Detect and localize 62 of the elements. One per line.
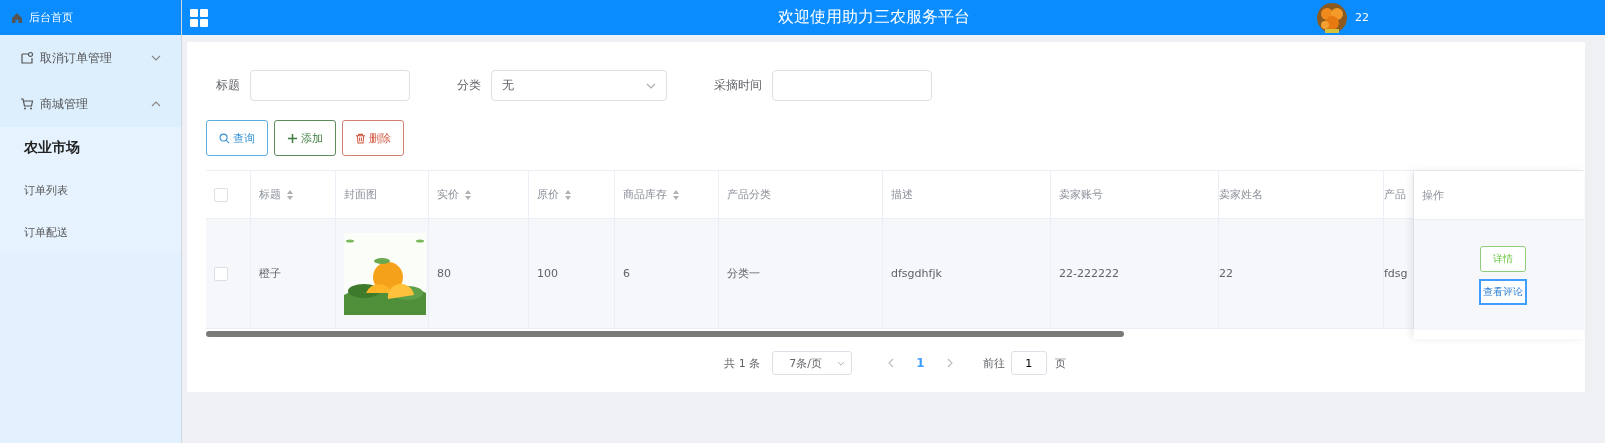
column-header: 原价: [537, 187, 559, 202]
chevron-down-icon: [151, 55, 161, 61]
column-header: 描述: [891, 187, 913, 202]
plus-icon: [287, 132, 298, 144]
page-input[interactable]: 1: [1010, 351, 1047, 375]
page-size-select[interactable]: 7条/页: [772, 351, 853, 375]
column-header: 标题: [259, 187, 281, 202]
next-page-icon[interactable]: [946, 358, 953, 368]
column-header: 商品库存: [623, 187, 667, 202]
filter-label: 分类: [457, 77, 481, 94]
select-all-checkbox[interactable]: [214, 187, 228, 202]
grid-icon[interactable]: [190, 8, 208, 27]
sort-icon[interactable]: [286, 188, 294, 201]
table-cell: fdsg: [1384, 267, 1408, 280]
submenu-item[interactable]: 农业市场: [0, 127, 181, 169]
page-suffix: 页: [1054, 355, 1066, 371]
total-count: 共 1 条: [724, 355, 761, 371]
goto-label: 前往: [982, 355, 1005, 371]
input-field[interactable]: [772, 70, 932, 101]
table-cell: 22-222222: [1059, 267, 1119, 280]
sort-icon[interactable]: [564, 188, 572, 201]
table-cell: 6: [623, 267, 630, 280]
row-checkbox[interactable]: [214, 266, 228, 281]
cart-icon: [20, 97, 34, 111]
chevron-up-icon: [151, 101, 161, 107]
search-button[interactable]: 查询: [206, 120, 268, 156]
submenu-item[interactable]: 订单配送: [0, 211, 181, 253]
table-cell: 80: [437, 267, 451, 280]
comments-button[interactable]: 查看评论: [1479, 278, 1527, 305]
add-button[interactable]: 添加: [274, 120, 336, 156]
home-icon: [11, 11, 23, 24]
column-header: 操作: [1422, 187, 1444, 203]
input-field[interactable]: [250, 70, 410, 101]
page-title: 欢迎使用助力三农服务平台: [778, 7, 970, 28]
table-cell: dfsgdhfjk: [891, 267, 942, 280]
user-name: 22: [1355, 11, 1369, 24]
select-field[interactable]: 无: [491, 70, 667, 101]
table-cell: 橙子: [259, 266, 281, 281]
document-icon: [20, 51, 34, 65]
delete-button[interactable]: 删除: [342, 120, 404, 156]
chevron-down-icon: [646, 82, 656, 89]
column-header: 封面图: [344, 187, 377, 202]
sort-icon[interactable]: [464, 188, 472, 201]
chevron-down-icon: [837, 360, 846, 366]
column-header: 卖家姓名: [1219, 187, 1263, 202]
column-header: 实价: [437, 187, 459, 202]
menu-group[interactable]: 商城管理: [0, 81, 181, 127]
sort-icon[interactable]: [672, 188, 680, 201]
column-header: 卖家账号: [1059, 187, 1103, 202]
table-cell: 22: [1219, 267, 1233, 280]
scrollbar[interactable]: [206, 331, 1124, 337]
menu-group[interactable]: 取消订单管理: [0, 35, 181, 81]
column-header: 产品: [1384, 187, 1406, 202]
table-cell: 100: [537, 267, 558, 280]
filter-label: 标题: [216, 77, 240, 94]
previous-page-icon[interactable]: [888, 358, 895, 368]
filter-label: 采摘时间: [714, 77, 762, 94]
column-header: 产品分类: [727, 187, 771, 202]
search-icon: [219, 132, 230, 144]
trash-icon: [355, 132, 366, 144]
table-cell: 分类一: [727, 266, 760, 281]
submenu-item[interactable]: 订单列表: [0, 169, 181, 211]
